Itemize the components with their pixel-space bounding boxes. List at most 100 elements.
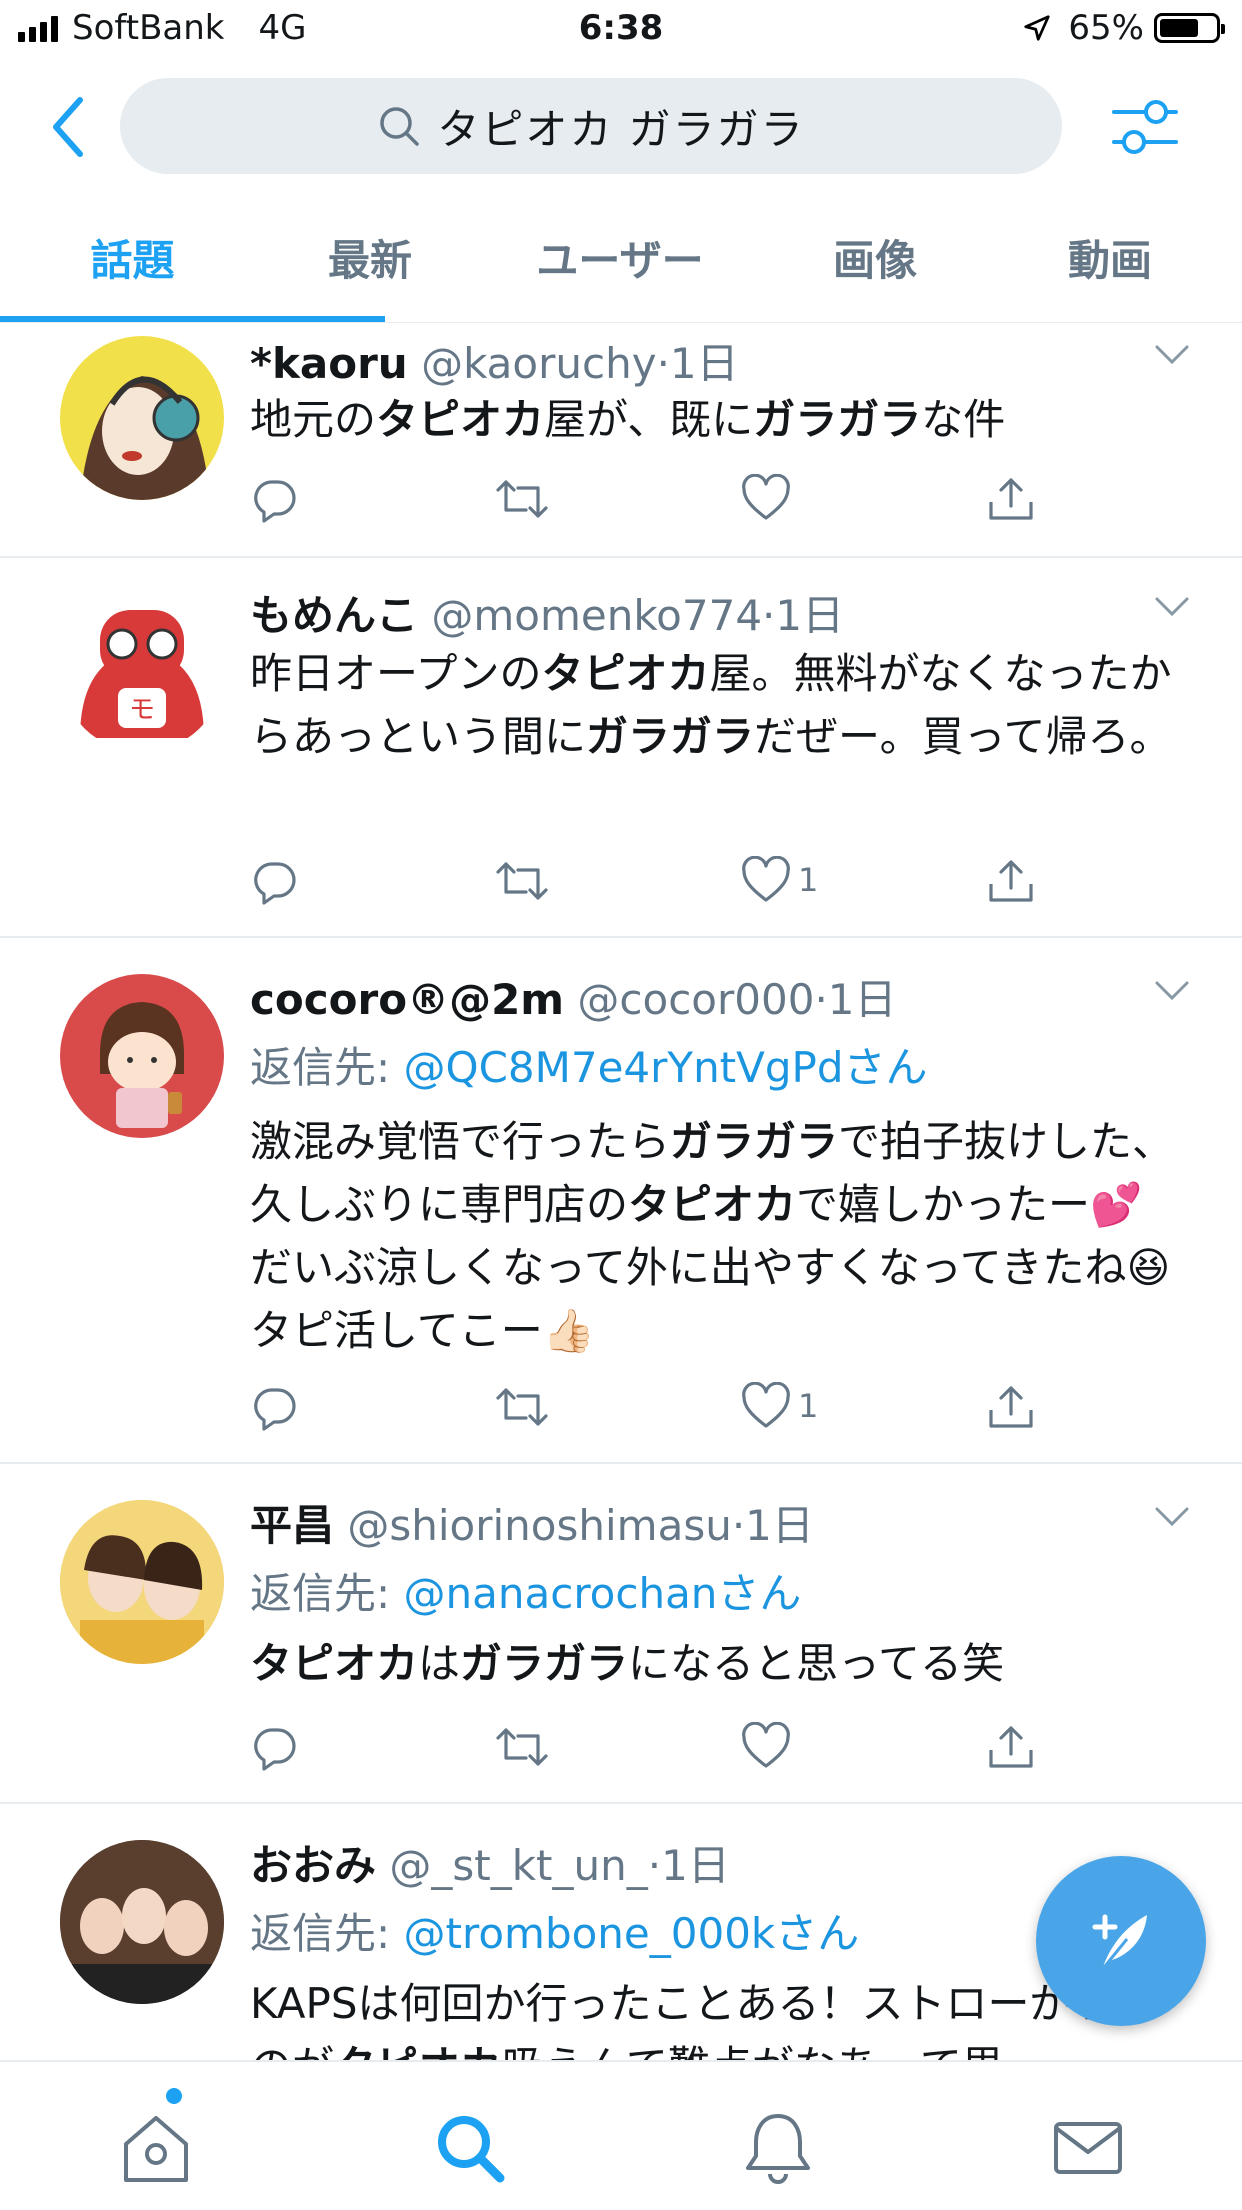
chevron-down-icon[interactable] xyxy=(1154,1506,1190,1528)
tweet-text-segment: 吸えんて難点がなあ…て思 xyxy=(502,2042,1004,2060)
avatar[interactable] xyxy=(60,1500,224,1664)
reply-to: 返信先: @QC8M7e4rYntVgPdさん xyxy=(250,1034,928,1095)
like-count: 1 xyxy=(798,1387,819,1425)
tweet-text-segment: 激混み覚悟で行ったら xyxy=(250,1117,671,1166)
retweet-button[interactable] xyxy=(494,1382,550,1432)
compose-feather-icon xyxy=(1092,1914,1147,1972)
tweet-text-segment: 屋が、既に xyxy=(544,395,754,444)
tweet-text-highlight: ガラガラ xyxy=(586,712,755,761)
tweet[interactable]: モ もめんこ @momenko774·1日 昨日オープンのタピオカ屋。無料がなく… xyxy=(0,558,1242,938)
tweet-text-highlight: ガラガラ xyxy=(753,395,922,444)
chevron-down-icon[interactable] xyxy=(1154,596,1190,618)
home-notification-dot xyxy=(166,2088,182,2104)
tweet-text-highlight: ガラガラ xyxy=(460,1639,629,1688)
tweet-time: ·1日 xyxy=(814,975,897,1024)
tweet-text: 激混み覚悟で行ったらガラガラで拍子抜けした、久しぶりに専門店のタピオカで嬉しかっ… xyxy=(250,1110,1180,1362)
tweet[interactable]: *kaoru @kaoruchy·1日 地元のタピオカ屋が、既にガラガラな件 xyxy=(0,324,1242,558)
tweet-text-segment: だぜー。買って帰ろ。 xyxy=(754,712,1172,761)
back-icon[interactable] xyxy=(40,94,100,160)
reply-button[interactable] xyxy=(250,856,300,906)
tweet-author-name[interactable]: もめんこ xyxy=(250,591,418,640)
retweet-icon xyxy=(496,1728,548,1766)
tab-latest[interactable]: 最新 xyxy=(280,192,460,322)
tab-videos[interactable]: 動画 xyxy=(1020,192,1200,322)
like-button[interactable] xyxy=(740,1722,798,1770)
tweet-text-segment: になると思ってる笑 xyxy=(628,1639,1004,1688)
avatar[interactable] xyxy=(60,1840,224,2004)
compose-tweet-button[interactable] xyxy=(1036,1856,1206,2026)
tweet[interactable]: cocoro®@2m @cocor000·1日 返信先: @QC8M7e4rYn… xyxy=(0,938,1242,1464)
retweet-button[interactable] xyxy=(494,856,550,906)
avatar[interactable]: モ xyxy=(60,588,224,752)
reply-to-link[interactable]: @trombone_000kさん xyxy=(404,1909,860,1958)
like-button[interactable]: 1 xyxy=(740,1382,818,1430)
heart-icon xyxy=(742,474,790,520)
heart-icon xyxy=(742,1722,790,1768)
notifications-bell-icon[interactable] xyxy=(738,2108,818,2188)
reply-button[interactable] xyxy=(250,1382,300,1432)
reply-prefix: 返信先: xyxy=(250,1569,404,1618)
search-header: タピオカ ガラガラ xyxy=(0,62,1242,192)
tweet-author-name[interactable]: *kaoru xyxy=(250,339,408,388)
share-button[interactable] xyxy=(986,1382,1036,1432)
tweet-text-highlight: タピオカ xyxy=(541,649,710,698)
avatar[interactable] xyxy=(60,336,224,500)
tweet-author-name[interactable]: おおみ xyxy=(250,1841,376,1890)
avatar[interactable] xyxy=(60,974,224,1138)
share-button[interactable] xyxy=(986,474,1036,524)
retweet-button[interactable] xyxy=(494,474,550,524)
reply-button[interactable] xyxy=(250,1722,300,1772)
tweet[interactable]: 平昌 @shiorinoshimasu·1日 返信先: @nanacrochan… xyxy=(0,1464,1242,1804)
tweet-time: ·1日 xyxy=(731,1501,814,1550)
tweet-author-name[interactable]: 平昌 xyxy=(250,1501,334,1550)
location-icon xyxy=(1024,15,1051,41)
search-icon[interactable] xyxy=(430,2108,510,2188)
tweet-time: ·1日 xyxy=(647,1841,730,1890)
tweet-text: 地元のタピオカ屋が、既にガラガラな件 xyxy=(250,388,1180,451)
search-input[interactable]: タピオカ ガラガラ xyxy=(120,78,1062,174)
tab-images[interactable]: 画像 xyxy=(780,192,970,322)
reply-to: 返信先: @trombone_000kさん xyxy=(250,1900,859,1961)
tweet-author-name[interactable]: cocoro®@2m xyxy=(250,975,564,1024)
home-icon[interactable] xyxy=(116,2108,196,2188)
like-button[interactable] xyxy=(740,474,798,522)
retweet-button[interactable] xyxy=(494,1722,550,1772)
share-button[interactable] xyxy=(986,856,1036,906)
tweet-author-handle[interactable]: @shiorinoshimasu xyxy=(347,1501,731,1550)
retweet-icon xyxy=(496,480,548,518)
tweet-author-handle[interactable]: @momenko774 xyxy=(431,591,762,640)
reply-to-link[interactable]: @QC8M7e4rYntVgPdさん xyxy=(404,1043,928,1092)
messages-mail-icon[interactable] xyxy=(1048,2108,1128,2188)
reply-prefix: 返信先: xyxy=(250,1043,404,1092)
bottom-tab-bar xyxy=(0,2060,1242,2210)
tab-indicator xyxy=(0,316,385,322)
tab-top[interactable]: 話題 xyxy=(40,192,225,322)
tweet-text-highlight: タピオカ xyxy=(376,395,545,444)
tweet-time: ·1日 xyxy=(762,591,845,640)
like-button[interactable]: 1 xyxy=(740,856,818,904)
heart-icon xyxy=(742,1382,790,1428)
tweet-text-highlight: タピオカ xyxy=(334,2042,502,2060)
search-tabs: 話題 最新 ユーザー 画像 動画 xyxy=(0,192,1242,323)
retweet-icon xyxy=(496,1388,548,1426)
tweet-actions xyxy=(250,1722,1070,1782)
chevron-down-icon[interactable] xyxy=(1154,344,1190,366)
tweet-author-handle[interactable]: @cocor000 xyxy=(577,975,814,1024)
tweet-text: タピオカはガラガラになると思ってる笑 xyxy=(250,1632,1180,1695)
tweet-author-handle[interactable]: @kaoruchy xyxy=(421,339,656,388)
svg-text:モ: モ xyxy=(129,695,155,725)
tweet-author-handle[interactable]: @_st_kt_un_ xyxy=(389,1841,647,1890)
filter-icon[interactable] xyxy=(1110,96,1180,158)
reply-to: 返信先: @nanacrochanさん xyxy=(250,1560,801,1621)
share-icon xyxy=(989,860,1033,902)
tweet-text-highlight: タピオカ xyxy=(250,1639,419,1688)
tweet-text-highlight: ガラガラ xyxy=(670,1117,839,1166)
reply-to-link[interactable]: @nanacrochanさん xyxy=(404,1569,802,1618)
reply-icon xyxy=(254,1728,296,1771)
retweet-icon xyxy=(496,862,548,900)
chevron-down-icon[interactable] xyxy=(1154,980,1190,1002)
tab-users[interactable]: ユーザー xyxy=(510,192,730,322)
share-button[interactable] xyxy=(986,1722,1036,1772)
tweet-text-segment: は xyxy=(418,1639,461,1688)
reply-button[interactable] xyxy=(250,474,300,524)
